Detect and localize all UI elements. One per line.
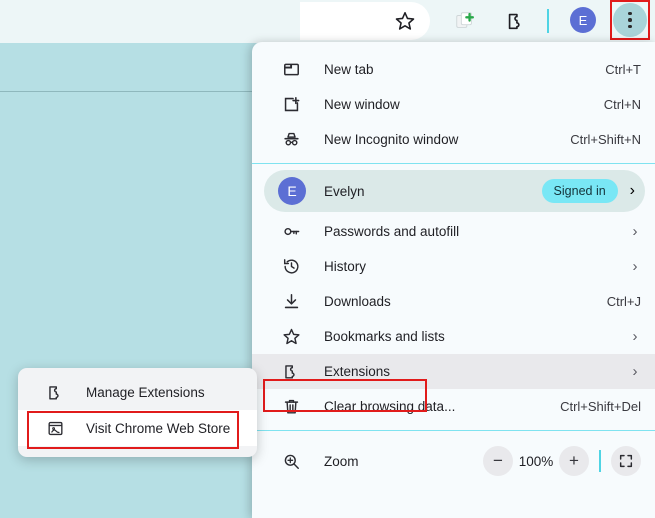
menu-item-new-tab[interactable]: New tab Ctrl+T [252,52,655,87]
menu-item-accelerator: Ctrl+Shift+Del [560,399,641,414]
menu-item-profile[interactable]: E Evelyn Signed in › [264,170,645,212]
new-window-icon [280,94,302,116]
new-tab-icon [280,59,302,81]
menu-item-passwords-and-autofill[interactable]: Passwords and autofill › [252,214,655,249]
menu-item-accelerator: Ctrl+T [605,62,641,77]
zoom-divider [599,450,601,472]
menu-item-new-incognito-window[interactable]: New Incognito window Ctrl+Shift+N [252,122,655,157]
menu-item-label: Bookmarks and lists [324,329,445,344]
extensions-puzzle-icon[interactable] [501,6,531,36]
menu-item-label: Extensions [324,364,391,379]
trash-icon [280,396,302,418]
menu-separator [252,430,655,431]
incognito-icon [280,129,302,151]
zoom-in-button[interactable]: + [559,446,589,476]
menu-item-label: New window [324,97,400,112]
menu-item-label: New tab [324,62,374,77]
puzzle-icon [280,361,302,383]
menu-item-extensions[interactable]: Extensions › [252,354,655,389]
star-icon [280,326,302,348]
status-badge: Signed in [541,179,618,203]
add-tab-group-icon[interactable] [450,6,480,36]
menu-item-clear-browsing-data[interactable]: Clear browsing data... Ctrl+Shift+Del [252,389,655,424]
submenu-item-label: Manage Extensions [86,384,205,400]
chrome-main-menu: New tab Ctrl+T New window Ctrl+N New Inc… [252,42,655,518]
menu-item-history[interactable]: History › [252,249,655,284]
history-icon [280,256,302,278]
submenu-item-label: Visit Chrome Web Store [86,420,231,436]
menu-item-accelerator: Ctrl+N [603,97,641,112]
webstore-icon [44,417,66,439]
menu-item-label: Passwords and autofill [324,224,460,239]
puzzle-icon [44,381,66,403]
highlight-box-menu-button [610,0,650,40]
menu-item-accelerator: Ctrl+J [606,294,641,309]
menu-item-label: Clear browsing data... [324,399,456,414]
submenu-item-manage-extensions[interactable]: Manage Extensions [18,374,257,410]
submenu-item-visit-chrome-web-store[interactable]: Visit Chrome Web Store [18,410,257,446]
profile-name: Evelyn [324,183,365,199]
chevron-right-icon: › [632,328,638,345]
chevron-right-icon: › [629,182,635,199]
chevron-right-icon: › [632,363,638,380]
menu-item-label: History [324,259,367,274]
toolbar-avatar[interactable]: E [570,7,596,33]
key-icon [280,221,302,243]
zoom-out-button[interactable]: − [483,446,513,476]
menu-item-new-window[interactable]: New window Ctrl+N [252,87,655,122]
menu-item-accelerator: Ctrl+Shift+N [570,132,641,147]
avatar: E [278,177,306,205]
fullscreen-icon[interactable] [611,446,641,476]
toolbar-divider [547,9,549,33]
zoom-level: 100% [518,453,554,469]
download-icon [280,291,302,313]
chevron-right-icon: › [632,223,638,240]
chevron-right-icon: › [632,258,638,275]
bookmark-star-icon[interactable] [390,6,420,36]
menu-item-downloads[interactable]: Downloads Ctrl+J [252,284,655,319]
zoom-in-icon [280,450,302,472]
menu-item-label: New Incognito window [324,132,459,147]
menu-row-zoom: Zoom − 100% + [252,437,655,485]
menu-item-bookmarks-and-lists[interactable]: Bookmarks and lists › [252,319,655,354]
extensions-submenu: Manage Extensions Visit Chrome Web Store [18,368,257,457]
menu-item-label: Downloads [324,294,391,309]
menu-separator [252,163,655,164]
zoom-label: Zoom [324,453,359,469]
